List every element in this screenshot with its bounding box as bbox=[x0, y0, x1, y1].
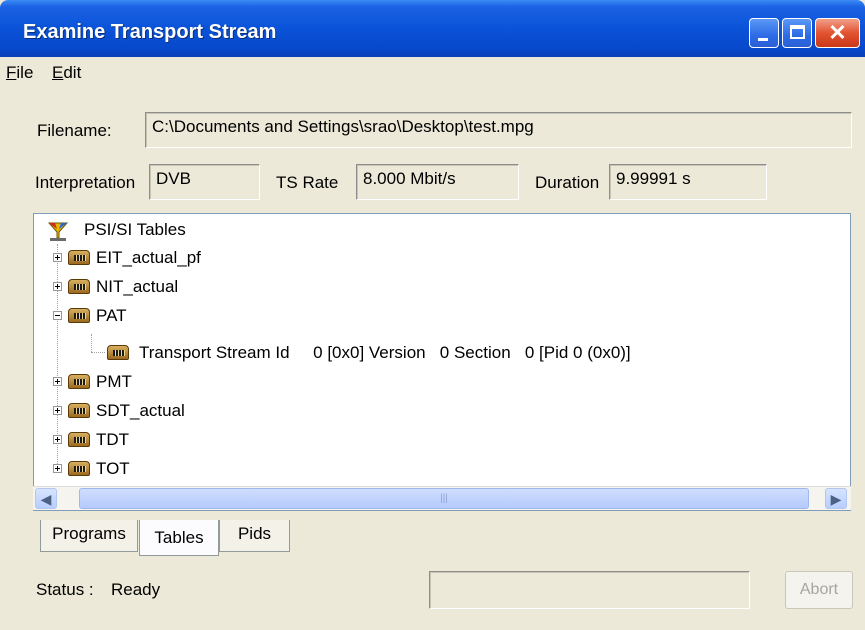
tree-node-tdt[interactable]: TDT bbox=[34, 425, 634, 453]
tab-tables[interactable]: Tables bbox=[139, 520, 219, 556]
table-icon bbox=[68, 250, 90, 265]
tree-node-label: SDT_actual bbox=[96, 401, 185, 420]
expand-icon[interactable] bbox=[53, 282, 62, 291]
expand-icon[interactable] bbox=[53, 435, 62, 444]
filename-label: Filename: bbox=[37, 121, 112, 140]
table-icon bbox=[107, 345, 129, 360]
table-icon bbox=[68, 308, 90, 323]
tree-node-label: EIT_actual_pf bbox=[96, 248, 201, 267]
tree-node-transport-stream-id[interactable]: Transport Stream Id 0 [0x0] Version 0 Se… bbox=[34, 338, 814, 366]
expand-icon[interactable] bbox=[53, 464, 62, 473]
expand-icon[interactable] bbox=[53, 406, 62, 415]
tree-node-label: PMT bbox=[96, 372, 132, 391]
minimize-button[interactable] bbox=[749, 18, 779, 48]
table-icon bbox=[68, 432, 90, 447]
tree-node-sdt-actual[interactable]: SDT_actual bbox=[34, 396, 634, 424]
scroll-right-icon[interactable]: ▶ bbox=[825, 488, 847, 509]
tree-node-label: TDT bbox=[96, 430, 130, 449]
minimize-icon bbox=[758, 38, 768, 41]
interpretation-label: Interpretation bbox=[35, 173, 136, 192]
table-icon bbox=[68, 279, 90, 294]
window-title: Examine Transport Stream bbox=[23, 21, 277, 43]
abort-button[interactable]: Abort bbox=[785, 571, 853, 609]
maximize-button[interactable] bbox=[782, 18, 812, 48]
horizontal-scrollbar[interactable]: ◀ ||| ▶ bbox=[33, 486, 851, 510]
status-label: Status : bbox=[36, 580, 94, 599]
tree-root-label: PSI/SI Tables bbox=[84, 220, 186, 239]
tree-node-label: Transport Stream Id 0 [0x0] Version 0 Se… bbox=[139, 343, 631, 362]
tree-node-tot[interactable]: TOT bbox=[34, 454, 634, 482]
filename-field[interactable]: C:\Documents and Settings\srao\Desktop\t… bbox=[145, 112, 852, 148]
progress-field bbox=[429, 571, 750, 609]
table-icon bbox=[68, 374, 90, 389]
title-bar[interactable]: Examine Transport Stream ✕ bbox=[0, 0, 865, 57]
tab-pids[interactable]: Pids bbox=[219, 520, 290, 552]
menu-file[interactable]: File bbox=[6, 63, 33, 83]
psi-si-tree[interactable]: PSI/SI Tables EIT_actual_pf NIT_actual P… bbox=[33, 213, 851, 511]
interpretation-field[interactable]: DVB bbox=[149, 164, 260, 200]
ts-rate-field[interactable]: 8.000 Mbit/s bbox=[356, 164, 519, 200]
maximize-icon bbox=[790, 25, 805, 39]
tree-node-label: TOT bbox=[96, 459, 130, 478]
tree-node-nit-actual[interactable]: NIT_actual bbox=[34, 272, 634, 300]
app-window: Examine Transport Stream ✕ File Edit Fil… bbox=[0, 0, 865, 630]
ts-rate-label: TS Rate bbox=[276, 173, 339, 192]
tab-programs[interactable]: Programs bbox=[40, 520, 138, 552]
expand-icon[interactable] bbox=[53, 253, 62, 262]
table-icon bbox=[68, 403, 90, 418]
collapse-icon[interactable] bbox=[53, 311, 62, 320]
tree-root-icon bbox=[47, 222, 69, 241]
scroll-left-icon[interactable]: ◀ bbox=[35, 488, 57, 509]
duration-field[interactable]: 9.99991 s bbox=[609, 164, 767, 200]
tree-node-label: NIT_actual bbox=[96, 277, 179, 296]
tree-root[interactable]: PSI/SI Tables bbox=[34, 214, 634, 242]
table-icon bbox=[68, 461, 90, 476]
close-button[interactable]: ✕ bbox=[815, 18, 860, 48]
menu-edit[interactable]: Edit bbox=[52, 63, 81, 83]
tree-node-pat[interactable]: PAT bbox=[34, 301, 634, 329]
status-value: Ready bbox=[111, 580, 161, 599]
scroll-thumb[interactable]: ||| bbox=[79, 488, 809, 509]
expand-icon[interactable] bbox=[53, 377, 62, 386]
duration-label: Duration bbox=[535, 173, 600, 192]
menu-bar: File Edit bbox=[0, 57, 865, 91]
close-icon: ✕ bbox=[828, 20, 847, 45]
tree-node-eit-actual-pf[interactable]: EIT_actual_pf bbox=[34, 243, 634, 271]
tree-node-pmt[interactable]: PMT bbox=[34, 367, 634, 395]
tree-node-label: PAT bbox=[96, 306, 127, 325]
